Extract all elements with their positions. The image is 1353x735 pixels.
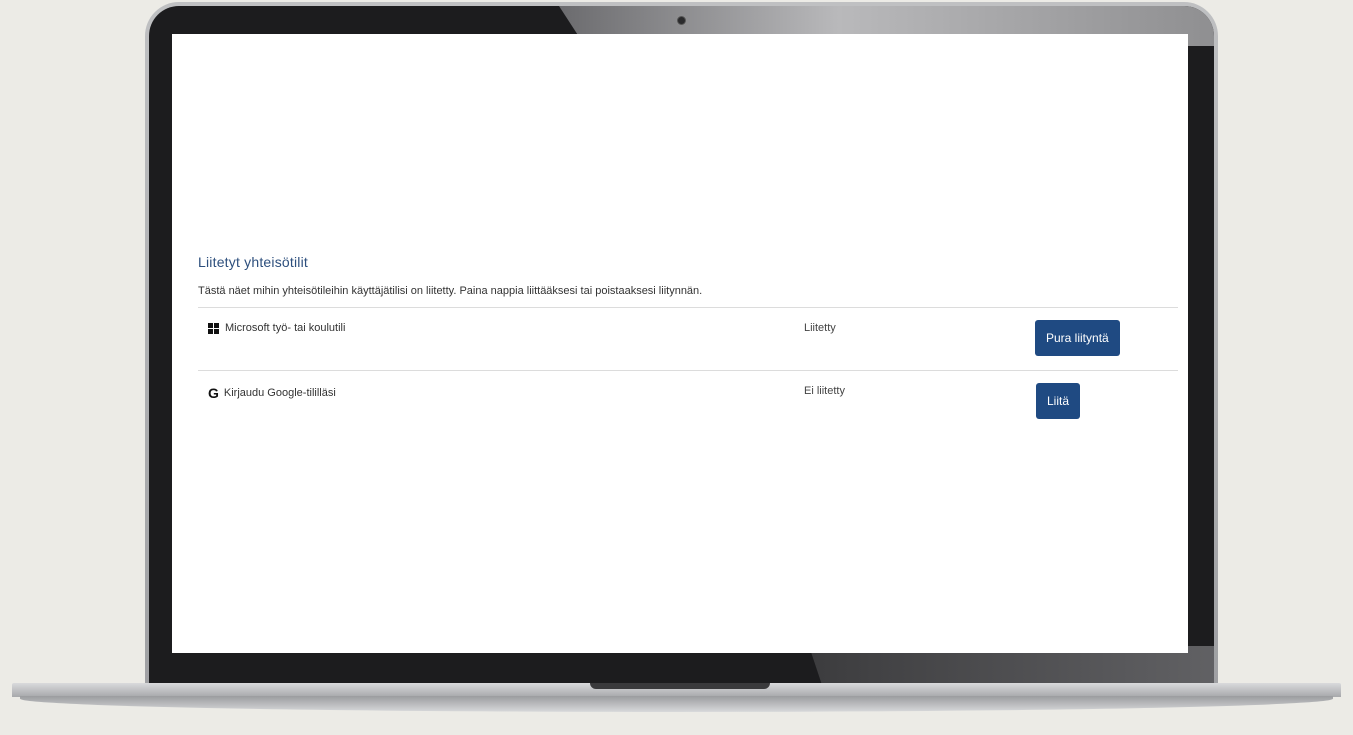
- webcam-icon: [677, 16, 686, 25]
- section-title: Liitetyt yhteisötilit: [198, 254, 309, 270]
- windows-icon: [208, 322, 219, 334]
- provider-label: Microsoft työ- tai koulutili: [225, 322, 346, 334]
- provider-label: Kirjaudu Google-tililläsi: [223, 387, 336, 399]
- screen: Liitetyt yhteisötilit Tästä näet mihin y…: [172, 34, 1188, 653]
- account-row-google: G Kirjaudu Google-tililläsi Ei liitetty …: [198, 370, 1178, 433]
- account-row-microsoft: Microsoft työ- tai koulutili Liitetty Pu…: [198, 307, 1178, 370]
- status-text: Liitetty: [804, 322, 836, 334]
- laptop-base-lip: [20, 696, 1333, 712]
- provider-google: G Kirjaudu Google-tililläsi: [208, 385, 336, 401]
- link-button[interactable]: Liitä: [1036, 383, 1081, 419]
- google-icon: G: [208, 385, 219, 401]
- section-description: Tästä näet mihin yhteisötileihin käyttäj…: [198, 285, 703, 297]
- provider-microsoft: Microsoft työ- tai koulutili: [208, 322, 345, 334]
- linked-accounts-list: Microsoft työ- tai koulutili Liitetty Pu…: [198, 307, 1178, 433]
- status-text: Ei liitetty: [804, 385, 845, 397]
- laptop-notch: [590, 683, 770, 689]
- unlink-button[interactable]: Pura liityntä: [1035, 320, 1120, 356]
